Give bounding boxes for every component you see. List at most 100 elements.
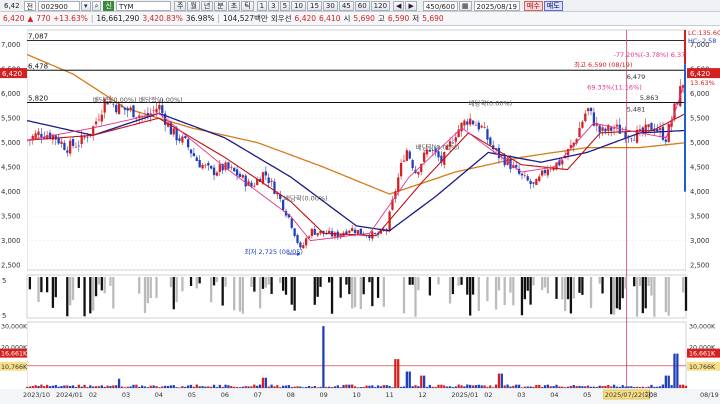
volume-bar [414,385,417,388]
interval-15-button[interactable]: 15 [306,0,322,11]
candle-body [189,149,193,154]
stock-name-field[interactable]: TYM [115,0,171,11]
interval-60-button[interactable]: 60 [354,0,370,11]
stock-code-input[interactable]: 002900 [38,0,81,11]
interval-5-button[interactable]: 5 [279,0,291,11]
candle-body [598,125,601,133]
candle-body [405,150,409,161]
period-tick-button[interactable]: 틱 [241,0,254,11]
volume-bar [572,385,575,388]
candle-body [463,120,466,126]
period-year-button[interactable]: 년 [200,0,214,11]
candle-body [587,108,590,112]
volume-bar [233,386,236,388]
volume-bar [40,384,43,388]
candle-body [270,180,273,182]
date-input[interactable]: 2025/08/19 [473,0,520,11]
count-input[interactable]: 450/600 [422,0,458,11]
volume-bar [201,386,204,388]
interval-120-button[interactable]: 120 [370,0,391,11]
volume-bar [492,387,495,388]
volume-bar [428,384,432,388]
volume-bar [546,384,550,388]
candle-body [83,136,86,138]
volume-bar [356,387,360,388]
candle-body [397,177,400,193]
volume-bar [241,386,244,388]
stock-search-button[interactable]: ▾ [81,0,91,11]
volume-bar [422,375,426,388]
volume-bar [224,384,227,388]
period-minute-button[interactable]: 분 [214,0,227,11]
volume-bar [563,387,567,388]
candle-body [100,114,103,122]
volume-bar [368,385,371,388]
chart-annotation: 5,481 [627,105,646,113]
candle-body [63,142,66,150]
volume-bar [512,385,515,388]
volume-bar [480,385,483,388]
volume-bar [509,386,512,388]
candle-body [244,175,247,187]
volume-bar [45,384,49,388]
volume-bar [371,385,374,388]
period-week-button[interactable]: 주 [173,0,187,11]
candle-body [353,229,357,234]
volume-bar [204,386,207,388]
market-select[interactable]: 전 [23,0,37,11]
interval-3-button[interactable]: 3 [268,0,279,11]
volume-bar [653,386,656,388]
candle-body [40,133,43,138]
interval-30-button[interactable]: 30 [322,0,338,11]
volume-bar [644,387,647,388]
price-axis-tick: 5,500 [1,115,20,123]
candle-body [477,122,480,130]
interval-45-button[interactable]: 45 [338,0,354,11]
volume-bar [328,386,331,388]
candle-body [215,172,219,176]
volume-bar [503,385,506,388]
chart-area[interactable]: 7,087 6,478 5,820 -77.20%(-3.78%) 6,37 최고 6… [0,26,720,404]
volume-bar [469,384,472,388]
candle-body [267,177,270,184]
volume-bar [411,386,414,388]
volume-bar [566,386,570,388]
candle-body [408,151,411,159]
candle-body [187,139,190,148]
date-picker-icon[interactable]: ▦ [458,0,472,11]
period-second-button[interactable]: 초 [227,0,241,11]
volume-bar [460,385,463,388]
volume-bar [454,386,457,388]
volume-bar [302,387,305,388]
candle-body [615,124,619,127]
volume-bar [74,387,78,388]
volume-bar [31,385,34,388]
volume-bar [506,384,509,388]
candle-body [483,127,486,129]
volume-bar [132,384,135,388]
interval-10-button[interactable]: 10 [291,0,306,11]
interval-1-button[interactable]: 1 [256,0,268,11]
magnifier-icon[interactable]: ⌕ [91,0,102,11]
sell-button[interactable]: 매도 [543,0,563,11]
volume-bar [112,385,115,388]
right-axis-tick: 2,500 [690,262,709,270]
buy-button[interactable]: 매수 [523,0,543,11]
volume-bar [146,387,150,388]
candle-body [210,165,213,169]
candle-body [489,137,492,145]
candle-body [97,119,101,121]
period-month-button[interactable]: 월 [187,0,200,11]
zoom-in-button[interactable]: ▶ [405,0,417,11]
zoom-out-button[interactable]: ◀ [393,0,405,11]
x-axis-tick: 08/19 [700,391,719,399]
candle-body [264,171,267,176]
volume-bar [543,385,547,388]
candle-body [152,110,155,111]
volume-bar [658,386,662,388]
candle-body [474,125,478,126]
candle-body [356,230,360,235]
volume-bar [446,386,449,388]
volume-bar [667,375,670,388]
x-axis-tick: 11 [385,391,393,399]
